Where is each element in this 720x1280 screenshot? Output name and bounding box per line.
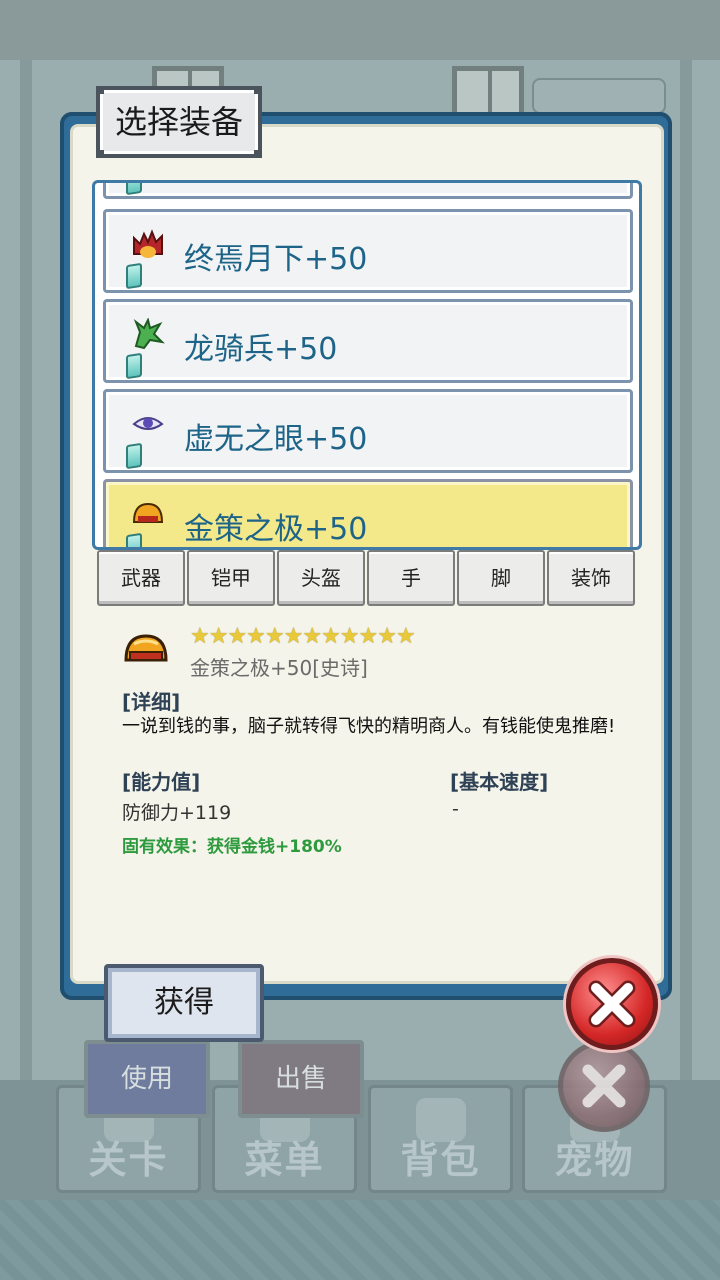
- close-icon: [588, 980, 636, 1028]
- list-item-selected[interactable]: 金策之极+50: [103, 479, 633, 547]
- speed-value: -: [452, 798, 459, 820]
- game-logo: [532, 78, 666, 114]
- nav-tab-label: 菜单: [244, 1138, 325, 1182]
- gem-icon: [126, 532, 142, 547]
- tab-armor[interactable]: 铠甲: [187, 550, 275, 606]
- nav-tab-label: 宠物: [554, 1138, 635, 1182]
- detail-section-heading: [详细]: [122, 690, 181, 714]
- list-item-label: 龙骑兵+50: [184, 332, 338, 367]
- plate-corner: [254, 150, 262, 158]
- speed-section-heading: [基本速度]: [450, 770, 549, 794]
- equipment-list[interactable]: 终焉月下+50 龙骑兵+50 虚无之眼+50 金策之极+50: [92, 180, 642, 550]
- green-dragon-icon: [133, 318, 165, 350]
- list-item-label: 虚无之眼+50: [184, 422, 368, 457]
- list-item-label: 终焉月下+50: [184, 242, 368, 277]
- ability-section-heading: [能力值]: [122, 770, 201, 794]
- use-button[interactable]: 使用: [84, 1040, 210, 1118]
- tab-accessory[interactable]: 装饰: [547, 550, 635, 606]
- close-icon: [582, 1064, 626, 1108]
- plate-corner: [254, 86, 262, 94]
- wall-stripe: [20, 60, 32, 1080]
- gem-icon: [126, 442, 142, 470]
- tab-foot[interactable]: 脚: [457, 550, 545, 606]
- gold-helmet-icon: [124, 634, 168, 662]
- close-button-background[interactable]: [558, 1040, 650, 1132]
- rarity-stars: ★★★★★★★★★★★★: [190, 624, 416, 649]
- close-button[interactable]: [566, 958, 658, 1050]
- flame-crown-icon: [133, 229, 163, 258]
- gold-helmet-icon: [132, 502, 164, 523]
- category-tabs: 武器 铠甲 头盔 手 脚 装饰: [97, 550, 639, 608]
- list-item[interactable]: 虚无之眼+50: [103, 389, 633, 473]
- ability-value: 防御力+119: [122, 802, 232, 824]
- inherent-effect: 固有效果：获得金钱+180%: [122, 837, 342, 857]
- list-item[interactable]: 终焉月下+50: [103, 209, 633, 293]
- obtain-button[interactable]: 获得: [104, 964, 264, 1042]
- tab-hand[interactable]: 手: [367, 550, 455, 606]
- list-item-label: 金策之极+50: [184, 512, 368, 547]
- tab-helmet[interactable]: 头盔: [277, 550, 365, 606]
- bottom-pattern: [0, 1200, 720, 1280]
- wall-stripe: [680, 60, 692, 1080]
- dialog-title: 选择装备: [114, 103, 243, 141]
- top-bar: [0, 0, 720, 64]
- sell-button[interactable]: 出售: [238, 1040, 364, 1118]
- tab-weapon[interactable]: 武器: [97, 550, 185, 606]
- item-name: 金策之极+50[史诗]: [190, 656, 368, 680]
- purple-eye-icon: [132, 417, 164, 430]
- plate-corner: [96, 150, 104, 158]
- nav-tab-backpack[interactable]: 背包: [368, 1085, 513, 1193]
- item-description: 一说到钱的事，脑子就转得飞快的精明商人。有钱能使鬼推磨!: [122, 716, 616, 737]
- list-item[interactable]: 龙骑兵+50: [103, 299, 633, 383]
- gem-icon: [126, 262, 142, 290]
- plate-corner: [96, 86, 104, 94]
- dialog-title-plate: 选择装备: [96, 86, 262, 158]
- nav-tab-label: 关卡: [88, 1138, 169, 1182]
- list-item-partial[interactable]: [103, 183, 633, 199]
- gem-icon: [126, 183, 142, 196]
- nav-tab-label: 背包: [400, 1138, 481, 1182]
- gem-icon: [126, 352, 142, 380]
